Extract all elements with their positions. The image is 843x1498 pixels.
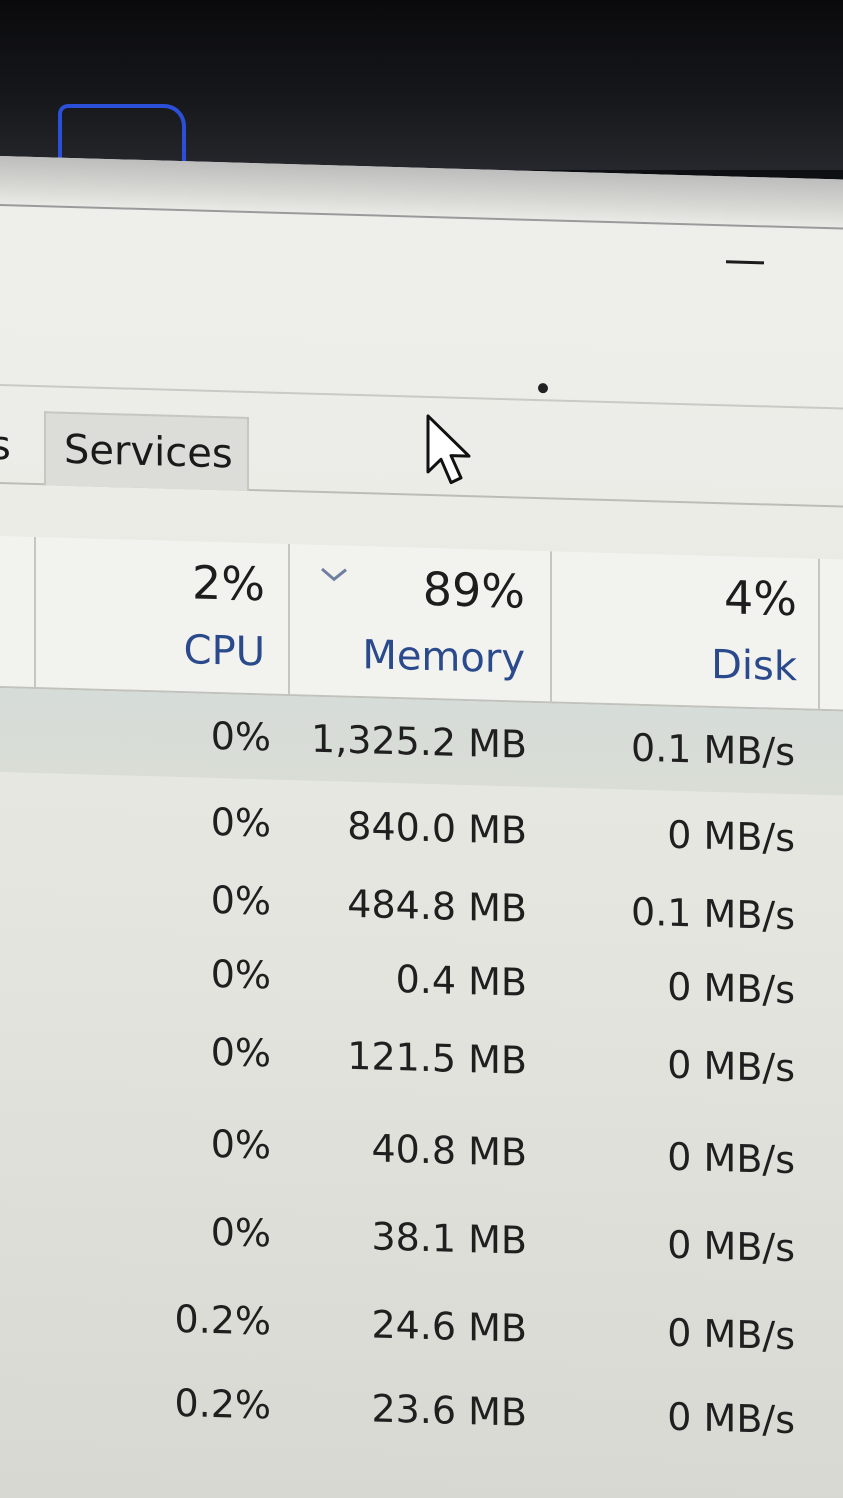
memory-cell: 24.6 MB <box>371 1302 527 1351</box>
tab-strip: s Services <box>0 410 843 508</box>
task-manager-window: s Services 2% CPU 89% Memory 4% Disk 0% … <box>0 156 843 1498</box>
memory-cell: 40.8 MB <box>371 1126 527 1175</box>
column-separator <box>34 536 36 688</box>
disk-cell: 0 MB/s <box>667 812 795 861</box>
cpu-cell: 0% <box>210 877 271 924</box>
chevron-down-icon <box>321 567 347 582</box>
memory-cell: 840.0 MB <box>347 803 527 853</box>
disk-total-percent: 4% <box>724 570 797 627</box>
mouse-pointer-icon <box>426 414 471 485</box>
disk-cell: 0 MB/s <box>667 1394 795 1443</box>
cpu-column-label: CPU <box>183 627 265 676</box>
screen-speck <box>538 383 548 394</box>
cpu-cell: 0% <box>210 951 271 998</box>
memory-cell: 23.6 MB <box>371 1386 527 1435</box>
screen: s Services 2% CPU 89% Memory 4% Disk 0% … <box>0 0 843 1498</box>
column-header-row: 2% CPU 89% Memory 4% Disk <box>0 536 843 712</box>
memory-column-header[interactable]: 89% Memory <box>0 536 843 683</box>
disk-column-label: Disk <box>711 641 797 691</box>
cpu-cell: 0.2% <box>174 1296 271 1344</box>
disk-cell: 0.1 MB/s <box>631 725 795 775</box>
column-separator <box>550 551 552 702</box>
menu-divider <box>0 384 843 410</box>
disk-cell: 0 MB/s <box>667 1310 795 1359</box>
memory-cell: 121.5 MB <box>347 1033 527 1083</box>
memory-column-label: Memory <box>362 632 525 683</box>
column-separator <box>818 558 820 709</box>
disk-cell: 0 MB/s <box>667 964 795 1013</box>
disk-cell: 0 MB/s <box>667 1222 795 1271</box>
tab-partial[interactable]: s <box>0 410 11 483</box>
memory-cell: 1,325.2 MB <box>311 716 527 767</box>
cpu-cell: 0% <box>210 713 271 760</box>
disk-cell: 0 MB/s <box>667 1042 795 1091</box>
memory-total-percent: 89% <box>422 561 525 619</box>
cpu-total-percent: 2% <box>192 555 265 612</box>
memory-cell: 0.4 MB <box>395 957 527 1005</box>
disk-cell: 0 MB/s <box>667 1134 795 1183</box>
process-list: 0% 1,325.2 MB 0.1 MB/s 0% 840.0 MB 0 MB/… <box>0 688 843 1498</box>
column-separator <box>288 544 290 695</box>
cpu-cell: 0% <box>210 799 271 846</box>
cpu-cell: 0% <box>210 1121 271 1168</box>
cpu-cell: 0% <box>210 1029 271 1076</box>
memory-cell: 484.8 MB <box>347 881 527 931</box>
memory-cell: 38.1 MB <box>371 1214 527 1263</box>
cpu-cell: 0.2% <box>174 1380 271 1428</box>
tab-services[interactable]: Services <box>44 411 249 491</box>
minimize-icon[interactable] <box>726 260 764 265</box>
disk-cell: 0.1 MB/s <box>631 889 795 939</box>
cpu-cell: 0% <box>210 1209 271 1256</box>
disk-column-header[interactable]: 4% Disk <box>0 536 843 690</box>
cpu-column-header[interactable]: 2% CPU <box>0 536 843 675</box>
